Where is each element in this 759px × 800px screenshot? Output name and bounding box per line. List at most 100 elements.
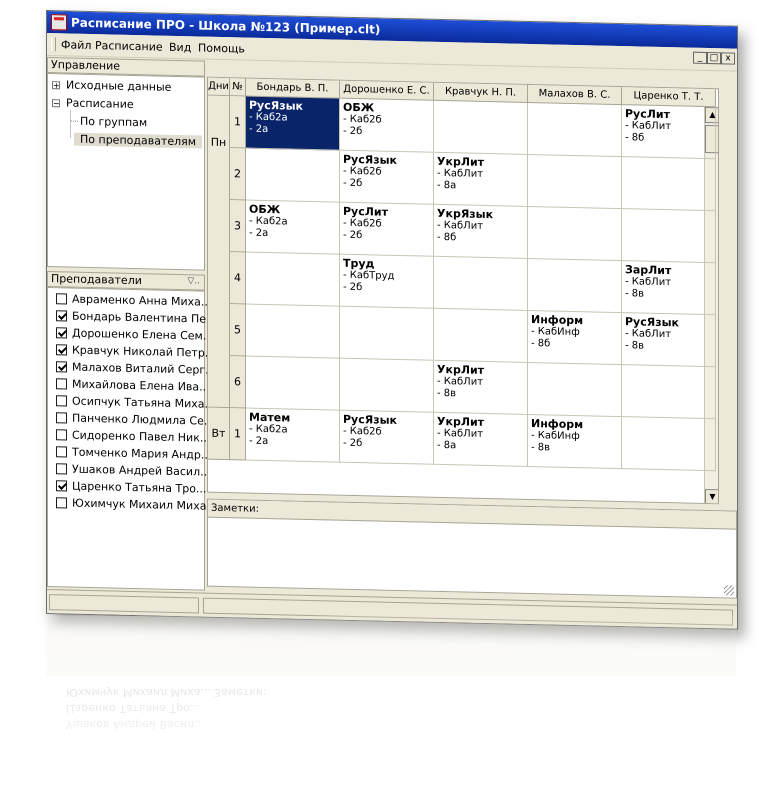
schedule-cell[interactable]: [246, 356, 340, 411]
teacher-name: Панченко Людмила Се...: [72, 411, 215, 428]
tree-item-source-data[interactable]: Исходные данные: [66, 78, 171, 93]
schedule-cell[interactable]: [622, 157, 716, 212]
schedule-cell[interactable]: Информ - КабИнф - 8в: [528, 414, 622, 470]
teacher-list-item[interactable]: Осипчук Татьяна Миха...: [56, 394, 215, 413]
teacher-name: Бондарь Валентина Пе...: [72, 309, 217, 326]
schedule-cell[interactable]: [434, 256, 528, 311]
schedule-cell[interactable]: УкрЛит - КабЛит - 8а: [434, 412, 528, 467]
schedule-cell[interactable]: [246, 148, 340, 203]
menu-schedule[interactable]: Расписание: [95, 39, 163, 54]
expand-toggle-icon[interactable]: +: [52, 81, 60, 90]
col-header-teacher[interactable]: Дорошенко Е. С.: [340, 80, 434, 101]
app-icon: [51, 14, 67, 31]
schedule-cell[interactable]: [434, 308, 528, 363]
teacher-list-item[interactable]: Царенко Татьяна Тро...: [56, 479, 206, 497]
schedule-cell[interactable]: РусЯзык - Каб2б - 2б: [340, 410, 434, 465]
schedule-cell[interactable]: [340, 306, 434, 361]
notes-textarea[interactable]: [210, 520, 734, 596]
schedule-cell[interactable]: [246, 304, 340, 359]
teacher-checkbox[interactable]: [56, 428, 67, 440]
teacher-list-item[interactable]: Малахов Виталий Серг...: [56, 360, 216, 379]
schedule-cell[interactable]: [622, 417, 716, 472]
schedule-cell[interactable]: РусЯзык - КабЛит - 8в: [622, 313, 716, 368]
schedule-cell[interactable]: РусЛит - Каб2б - 2б: [340, 202, 434, 257]
teacher-name: Юхимчук Михаил Миха...: [72, 496, 217, 513]
funnel-icon[interactable]: ▽..: [187, 275, 200, 288]
teacher-checkbox[interactable]: [56, 496, 67, 508]
col-header-teacher[interactable]: Бондарь В. П.: [246, 78, 340, 99]
schedule-cell[interactable]: ЗарЛит - КабЛит - 8в: [622, 261, 716, 316]
teacher-checkbox[interactable]: [56, 292, 67, 304]
teacher-checkbox[interactable]: [56, 326, 67, 338]
teacher-list-item[interactable]: Кравчук Николай Петр...: [56, 343, 215, 362]
teacher-list-item[interactable]: Сидоренко Павел Ник...: [56, 428, 210, 447]
lesson-group: - 2а: [249, 123, 269, 136]
teacher-checkbox[interactable]: [56, 309, 67, 321]
mdi-restore-button[interactable]: □: [707, 52, 721, 65]
collapse-toggle-icon[interactable]: −: [52, 99, 60, 108]
reflection-fade: [46, 616, 736, 796]
schedule-cell[interactable]: [528, 206, 622, 262]
toolbar-grip[interactable]: [51, 37, 56, 52]
main-window: Расписание ПРО - Школа №123 (Пример.clt)…: [46, 10, 738, 630]
teacher-list-item[interactable]: Юхимчук Михаил Миха...: [56, 496, 217, 515]
teacher-list-item[interactable]: Ушаков Андрей Васил...: [56, 462, 211, 481]
tree-item-by-teachers[interactable]: По преподавателям: [74, 132, 202, 149]
lesson-group: - 8б: [437, 231, 457, 244]
tree-item-schedule[interactable]: Расписание: [66, 96, 134, 111]
teacher-checkbox[interactable]: [56, 445, 67, 457]
schedule-cell[interactable]: [340, 358, 434, 413]
schedule-cell[interactable]: [528, 102, 622, 158]
schedule-cell[interactable]: УкрЛит - КабЛит - 8в: [434, 360, 528, 415]
lesson-group: - 8а: [437, 179, 457, 192]
teacher-list-item[interactable]: Томченко Мария Андр...: [56, 445, 211, 464]
schedule-cell[interactable]: [528, 362, 622, 418]
teacher-list-item[interactable]: Михайлова Елена Ива...: [56, 377, 210, 395]
resize-grip-icon[interactable]: [724, 585, 734, 596]
schedule-cell[interactable]: ОБЖ - Каб2б - 2б: [340, 98, 434, 153]
teacher-checkbox[interactable]: [56, 479, 67, 491]
schedule-cell[interactable]: РусЛит - КабЛит - 8б: [622, 105, 716, 160]
lesson-group: - 8б: [625, 132, 645, 144]
schedule-cell[interactable]: [528, 154, 622, 210]
schedule-cell[interactable]: РусЯзык - Каб2б - 2б: [340, 150, 434, 205]
schedule-cell[interactable]: УкрЛит - КабЛит - 8а: [434, 152, 528, 207]
schedule-cell[interactable]: [528, 258, 622, 314]
teacher-checkbox[interactable]: [56, 462, 67, 474]
mdi-close-button[interactable]: x: [721, 52, 735, 65]
schedule-cell[interactable]: Труд - КабТруд - 2б: [340, 254, 434, 309]
status-pane-1: [49, 594, 199, 614]
lesson-group: - 8в: [437, 387, 457, 400]
schedule-cell[interactable]: [434, 100, 528, 155]
col-header-teacher[interactable]: Кравчук Н. П.: [434, 82, 528, 103]
teacher-list-item[interactable]: Бондарь Валентина Пе...: [56, 309, 217, 328]
menu-file[interactable]: Файл: [61, 38, 91, 52]
control-tree: + Исходные данные − Расписание По группа…: [47, 73, 205, 271]
col-header-teacher[interactable]: Царенко Т. Т.: [622, 87, 716, 108]
mdi-minimize-button[interactable]: _: [693, 51, 707, 65]
teacher-checkbox[interactable]: [56, 343, 67, 355]
schedule-cell[interactable]: УкрЯзык - КабЛит - 8б: [434, 204, 528, 259]
tree-item-by-groups[interactable]: По группам: [80, 115, 147, 130]
teacher-checkbox[interactable]: [56, 411, 67, 423]
col-header-teacher[interactable]: Малахов В. С.: [528, 84, 622, 106]
teacher-list-item[interactable]: Панченко Людмила Се...: [56, 411, 214, 430]
schedule-cell[interactable]: [622, 365, 716, 420]
lesson-number: 3: [230, 200, 246, 253]
teacher-name: Томченко Мария Андр...: [72, 445, 212, 462]
teacher-name: Кравчук Николай Петр...: [72, 343, 216, 360]
teacher-list-item[interactable]: Авраменко Анна Миха...: [56, 292, 211, 311]
menu-view[interactable]: Вид: [169, 41, 191, 55]
scroll-down-icon[interactable]: ▼: [705, 488, 719, 505]
schedule-cell[interactable]: Матем - Каб2а - 2а: [246, 408, 340, 463]
schedule-cell[interactable]: ОБЖ - Каб2а - 2а: [246, 200, 340, 255]
teacher-checkbox[interactable]: [56, 377, 67, 389]
teacher-checkbox[interactable]: [56, 394, 67, 406]
schedule-cell[interactable]: [622, 209, 716, 264]
schedule-cell[interactable]: РусЯзык - Каб2а - 2а: [246, 96, 340, 151]
teacher-checkbox[interactable]: [56, 360, 67, 372]
teacher-list-item[interactable]: Дорошенко Елена Сем...: [56, 326, 213, 345]
schedule-cell[interactable]: Информ - КабИнф - 8б: [528, 310, 622, 366]
menu-help[interactable]: Помощь: [198, 41, 245, 55]
schedule-cell[interactable]: [246, 252, 340, 307]
